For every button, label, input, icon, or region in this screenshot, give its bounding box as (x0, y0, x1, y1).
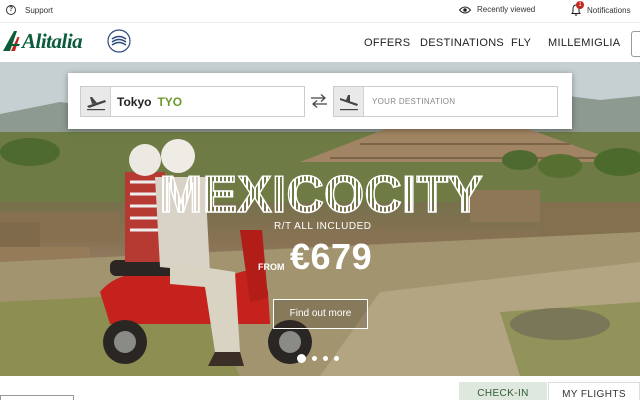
carousel-dot-3[interactable] (323, 356, 328, 361)
notifications-label: Notifications (587, 5, 631, 15)
svg-text:MEXICOCITY: MEXICOCITY (159, 168, 483, 218)
recently-viewed-link[interactable]: Recently viewed (459, 5, 535, 14)
notifications-link[interactable]: 1 Notifications (571, 1, 631, 16)
bottom-input-edge[interactable] (0, 395, 74, 400)
nav-fly[interactable]: FLY (511, 37, 531, 49)
promo-destination-title: MEXICOCITY (159, 168, 484, 218)
swap-icon[interactable] (309, 94, 329, 108)
destination-field[interactable]: YOUR DESTINATION (333, 86, 558, 117)
hero-banner[interactable]: Tokyo TYO YOUR DESTINATION MEXICOCITY R/… (0, 62, 640, 376)
carousel-dots (297, 354, 339, 363)
find-out-more-button[interactable]: Find out more (273, 299, 368, 329)
recently-viewed-label: Recently viewed (477, 5, 536, 14)
support-link[interactable]: ? Support (6, 5, 53, 15)
departure-plane-icon (81, 87, 111, 116)
bottom-strip: CHECK-IN MY FLIGHTS (0, 376, 640, 400)
notification-count-badge: 1 (576, 1, 584, 9)
promo-price: €679 (290, 236, 373, 277)
origin-city: Tokyo (117, 95, 152, 109)
destination-placeholder: YOUR DESTINATION (372, 97, 456, 106)
origin-field[interactable]: Tokyo TYO (80, 86, 305, 117)
main-header: Alitalia OFFERS DESTINATIONS FLY MILLEMI… (0, 22, 640, 62)
nav-millemiglia[interactable]: MILLEMIGLIA (548, 37, 620, 49)
nav-offers[interactable]: OFFERS (364, 37, 410, 49)
flight-search-box: Tokyo TYO YOUR DESTINATION (68, 73, 572, 129)
tab-my-flights[interactable]: MY FLIGHTS (548, 382, 640, 400)
arrival-plane-icon (334, 87, 364, 116)
carousel-dot-2[interactable] (312, 356, 317, 361)
nav-destinations[interactable]: DESTINATIONS (420, 37, 504, 49)
support-label: Support (25, 5, 54, 15)
nav-search-button[interactable] (631, 31, 640, 57)
carousel-dot-1[interactable] (297, 354, 306, 363)
promo-from-label: FROM (258, 262, 285, 272)
bell-icon: 1 (571, 1, 584, 16)
question-icon: ? (6, 5, 16, 15)
promo-subtitle: R/T ALL INCLUDED (274, 221, 372, 232)
eye-icon (459, 6, 471, 13)
tab-check-in[interactable]: CHECK-IN (459, 382, 547, 400)
skyteam-logo (107, 29, 131, 53)
logo-wordmark: Alitalia (22, 29, 83, 53)
origin-code: TYO (157, 95, 183, 109)
top-utility-bar: ? Support Recently viewed 1 Notification… (0, 0, 640, 22)
carousel-dot-4[interactable] (334, 356, 339, 361)
